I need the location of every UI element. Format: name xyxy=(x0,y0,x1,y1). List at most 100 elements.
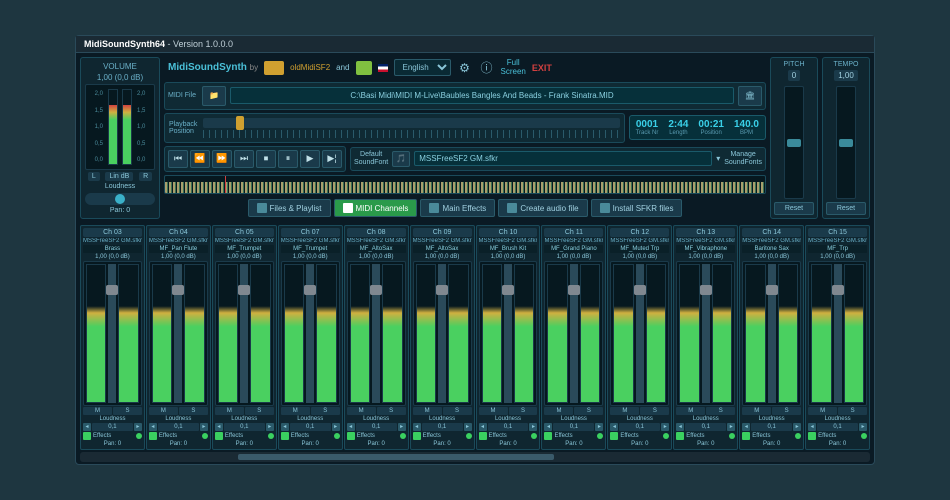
solo-button[interactable]: S xyxy=(574,407,603,415)
solo-button[interactable]: S xyxy=(640,407,669,415)
info-icon[interactable]: ⓘ xyxy=(479,60,495,76)
mute-button[interactable]: M xyxy=(544,407,573,415)
solo-button[interactable]: S xyxy=(838,407,867,415)
stop-button[interactable]: ⏹ xyxy=(256,150,276,168)
forward-button[interactable]: ⏩ xyxy=(212,150,232,168)
effects-checkbox[interactable] xyxy=(479,432,487,440)
spin-down-button[interactable]: ◂ xyxy=(83,423,91,431)
rewind-button[interactable]: ⏪ xyxy=(190,150,210,168)
channel-instrument[interactable]: MF_Trumpet xyxy=(281,245,340,253)
channel-fader[interactable] xyxy=(702,264,710,403)
spin-down-button[interactable]: ◂ xyxy=(281,423,289,431)
effects-checkbox[interactable] xyxy=(281,432,289,440)
spin-down-button[interactable]: ◂ xyxy=(149,423,157,431)
mute-button[interactable]: M xyxy=(347,407,376,415)
tab-main-effects[interactable]: Main Effects xyxy=(420,199,495,217)
solo-button[interactable]: S xyxy=(443,407,472,415)
master-pan-slider[interactable] xyxy=(85,193,155,205)
dropdown-icon[interactable]: ▾ xyxy=(716,154,720,163)
mute-button[interactable]: M xyxy=(808,407,837,415)
spin-up-button[interactable]: ▸ xyxy=(661,423,669,431)
spin-down-button[interactable]: ◂ xyxy=(413,423,421,431)
spin-up-button[interactable]: ▸ xyxy=(266,423,274,431)
record-button[interactable]: ▶¦ xyxy=(322,150,342,168)
mute-button[interactable]: M xyxy=(676,407,705,415)
skip-start-button[interactable]: ⏮ xyxy=(168,150,188,168)
effects-checkbox[interactable] xyxy=(610,432,618,440)
solo-button[interactable]: S xyxy=(509,407,538,415)
mute-button[interactable]: M xyxy=(742,407,771,415)
skip-end-button[interactable]: ⏭ xyxy=(234,150,254,168)
lindb-label[interactable]: Lin dB xyxy=(105,172,133,181)
horizontal-scrollbar[interactable] xyxy=(80,452,870,462)
spin-up-button[interactable]: ▸ xyxy=(595,423,603,431)
channel-header[interactable]: Ch 12 xyxy=(610,228,669,237)
channel-instrument[interactable]: MF_AltoSax xyxy=(413,245,472,253)
effects-checkbox[interactable] xyxy=(83,432,91,440)
gear-icon[interactable]: ⚙ xyxy=(457,60,473,76)
channel-fader[interactable] xyxy=(438,264,446,403)
channel-soundfont[interactable]: MSSFreeSF2 GM.sfkr xyxy=(413,238,472,244)
seek-slider[interactable] xyxy=(203,118,620,128)
manage-soundfonts-button[interactable]: Manage SoundFonts xyxy=(724,151,762,166)
mute-button[interactable]: M xyxy=(413,407,442,415)
spin-down-button[interactable]: ◂ xyxy=(676,423,684,431)
spin-down-button[interactable]: ◂ xyxy=(808,423,816,431)
solo-button[interactable]: S xyxy=(311,407,340,415)
channel-soundfont[interactable]: MSSFreeSF2 GM.sfkr xyxy=(215,238,274,244)
channel-fader[interactable] xyxy=(636,264,644,403)
channel-header[interactable]: Ch 08 xyxy=(347,228,406,237)
fullscreen-button[interactable]: Full Screen xyxy=(501,59,526,77)
channel-fader[interactable] xyxy=(108,264,116,403)
exit-button[interactable]: EXIT xyxy=(532,63,552,73)
tab-create-audio[interactable]: Create audio file xyxy=(498,199,587,217)
pitch-slider[interactable] xyxy=(784,86,804,199)
channel-soundfont[interactable]: MSSFreeSF2 GM.sfkr xyxy=(544,238,603,244)
tempo-reset-button[interactable]: Reset xyxy=(826,202,866,215)
soundfont-icon-button[interactable]: 🎵 xyxy=(392,151,410,167)
mute-button[interactable]: M xyxy=(479,407,508,415)
channel-instrument[interactable]: MF_Pan Flute xyxy=(149,245,208,253)
channel-header[interactable]: Ch 04 xyxy=(149,228,208,237)
effects-checkbox[interactable] xyxy=(149,432,157,440)
channel-fader[interactable] xyxy=(768,264,776,403)
channel-instrument[interactable]: Brass xyxy=(83,245,142,253)
channel-fader[interactable] xyxy=(372,264,380,403)
tempo-slider[interactable] xyxy=(836,86,856,199)
channel-instrument[interactable]: MF_Trumpet xyxy=(215,245,274,253)
channel-header[interactable]: Ch 10 xyxy=(479,228,538,237)
channel-fader[interactable] xyxy=(834,264,842,403)
solo-button[interactable]: S xyxy=(772,407,801,415)
channel-instrument[interactable]: MF_AltoSax xyxy=(347,245,406,253)
spin-down-button[interactable]: ◂ xyxy=(742,423,750,431)
solo-button[interactable]: S xyxy=(113,407,142,415)
solo-button[interactable]: S xyxy=(245,407,274,415)
channel-soundfont[interactable]: MSSFreeSF2 GM.sfkr xyxy=(83,238,142,244)
channel-header[interactable]: Ch 05 xyxy=(215,228,274,237)
solo-button[interactable]: S xyxy=(377,407,406,415)
channel-header[interactable]: Ch 15 xyxy=(808,228,867,237)
channel-fader[interactable] xyxy=(570,264,578,403)
channel-soundfont[interactable]: MSSFreeSF2 GM.sfkr xyxy=(808,238,867,244)
effects-checkbox[interactable] xyxy=(215,432,223,440)
soundfont-name[interactable]: MSSFreeSF2 GM.sfkr xyxy=(414,151,712,166)
channel-header[interactable]: Ch 11 xyxy=(544,228,603,237)
tab-install-sfkr[interactable]: Install SFKR files xyxy=(591,199,683,217)
spin-up-button[interactable]: ▸ xyxy=(529,423,537,431)
pause-button[interactable]: ⏸ xyxy=(278,150,298,168)
channel-soundfont[interactable]: MSSFreeSF2 GM.sfkr xyxy=(742,238,801,244)
channel-soundfont[interactable]: MSSFreeSF2 GM.sfkr xyxy=(610,238,669,244)
effects-checkbox[interactable] xyxy=(676,432,684,440)
effects-checkbox[interactable] xyxy=(544,432,552,440)
spin-up-button[interactable]: ▸ xyxy=(727,423,735,431)
channel-header[interactable]: Ch 13 xyxy=(676,228,735,237)
effects-checkbox[interactable] xyxy=(413,432,421,440)
spin-up-button[interactable]: ▸ xyxy=(793,423,801,431)
channel-soundfont[interactable]: MSSFreeSF2 GM.sfkr xyxy=(149,238,208,244)
channel-soundfont[interactable]: MSSFreeSF2 GM.sfkr xyxy=(479,238,538,244)
language-select[interactable]: English xyxy=(394,59,451,76)
spin-up-button[interactable]: ▸ xyxy=(859,423,867,431)
channel-fader[interactable] xyxy=(174,264,182,403)
channel-instrument[interactable]: MF_Vibraphone xyxy=(676,245,735,253)
tab-files[interactable]: Files & Playlist xyxy=(248,199,331,217)
